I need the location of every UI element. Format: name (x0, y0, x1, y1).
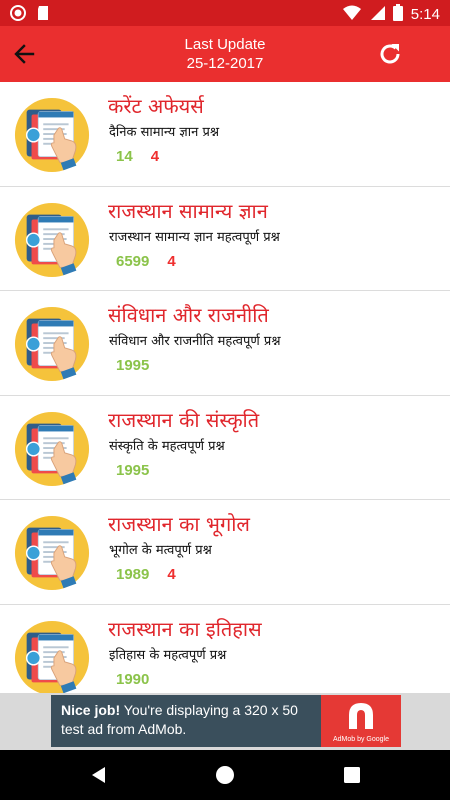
triangle-back-icon (92, 767, 105, 783)
record-icon (10, 5, 26, 25)
circle-home-icon (216, 766, 234, 784)
item-title: करेंट अफेयर्स (108, 94, 204, 118)
item-subtitle: दैनिक सामान्य ज्ञान प्रश्न (109, 125, 220, 140)
item-title: राजस्थान का इतिहास (108, 616, 262, 641)
nav-back-button[interactable] (86, 762, 112, 788)
item-counts: 14 4 (116, 148, 159, 165)
quiz-tablet-icon (13, 305, 91, 383)
quiz-tablet-icon (13, 514, 91, 592)
question-count: 1990 (116, 670, 150, 688)
wifi-icon (342, 5, 361, 25)
system-nav-bar (0, 750, 450, 800)
list-item[interactable]: राजस्थान का इतिहास इतिहास के महत्वपूर्ण … (0, 605, 450, 694)
list-item[interactable]: करेंट अफेयर्स दैनिक सामान्य ज्ञान प्रश्न… (0, 82, 450, 187)
question-count: 1995 (116, 357, 150, 374)
ad-banner[interactable]: Nice job! You're displaying a 320 x 50 t… (0, 693, 450, 750)
item-counts: 1995 (116, 462, 167, 479)
item-subtitle: राजस्थान सामान्य ज्ञान महत्वपूर्ण प्रश्न (109, 229, 280, 245)
question-count: 1989 (116, 566, 150, 583)
nav-home-button[interactable] (212, 762, 238, 788)
item-subtitle: संविधान और राजनीति महत्वपूर्ण प्रश्न (109, 334, 281, 349)
item-title: राजस्थान की संस्कृति (108, 407, 260, 432)
item-subtitle: इतिहास के महत्वपूर्ण प्रश्न (109, 647, 227, 663)
list-item[interactable]: राजस्थान सामान्य ज्ञान राजस्थान सामान्य … (0, 187, 450, 291)
nav-recents-button[interactable] (339, 762, 365, 788)
category-list: करेंट अफेयर्स दैनिक सामान्य ज्ञान प्रश्न… (0, 82, 450, 693)
item-title: राजस्थान सामान्य ज्ञान (108, 198, 268, 223)
question-count: 6599 (116, 252, 150, 270)
ad-content[interactable]: Nice job! You're displaying a 320 x 50 t… (51, 695, 401, 747)
list-item[interactable]: राजस्थान की संस्कृति संस्कृति के महत्वपू… (0, 396, 450, 500)
list-item[interactable]: संविधान और राजनीति संविधान और राजनीति मह… (0, 291, 450, 396)
item-title: संविधान और राजनीति (108, 303, 269, 327)
ad-bold-text: Nice job! (61, 702, 121, 718)
refresh-button[interactable] (370, 34, 410, 74)
status-bar: 5:14 (0, 0, 450, 26)
ad-text: Nice job! You're displaying a 320 x 50 t… (61, 701, 321, 739)
new-count: 4 (150, 148, 160, 165)
list-item[interactable]: राजस्थान का भूगोल भूगोल के मत्वपूर्ण प्र… (0, 500, 450, 605)
item-counts: 1990 (116, 671, 167, 688)
refresh-icon (380, 44, 400, 64)
quiz-tablet-icon (13, 619, 91, 694)
app-bar: Last Update 25-12-2017 (0, 26, 450, 82)
quiz-tablet-icon (13, 96, 91, 174)
item-counts: 6599 4 (116, 253, 176, 270)
question-count: 14 (116, 148, 133, 165)
square-recents-icon (344, 767, 360, 783)
item-title: राजस्थान का भूगोल (108, 512, 250, 536)
item-counts: 1995 (116, 357, 167, 374)
quiz-tablet-icon (13, 201, 91, 279)
new-count: 4 (167, 252, 176, 270)
ad-caption: AdMob by Google (332, 736, 390, 743)
admob-logo: AdMob by Google (321, 695, 401, 747)
item-counts: 1989 4 (116, 566, 176, 583)
status-time: 5:14 (410, 6, 440, 23)
admob-icon (349, 703, 373, 729)
new-count: 4 (167, 566, 176, 583)
item-subtitle: संस्कृति के महत्वपूर्ण प्रश्न (109, 438, 225, 454)
signal-icon (369, 5, 385, 25)
quiz-tablet-icon (13, 410, 91, 488)
battery-icon (392, 4, 403, 25)
sd-card-icon (36, 5, 50, 25)
item-subtitle: भूगोल के मत्वपूर्ण प्रश्न (109, 543, 212, 558)
question-count: 1995 (116, 461, 150, 479)
